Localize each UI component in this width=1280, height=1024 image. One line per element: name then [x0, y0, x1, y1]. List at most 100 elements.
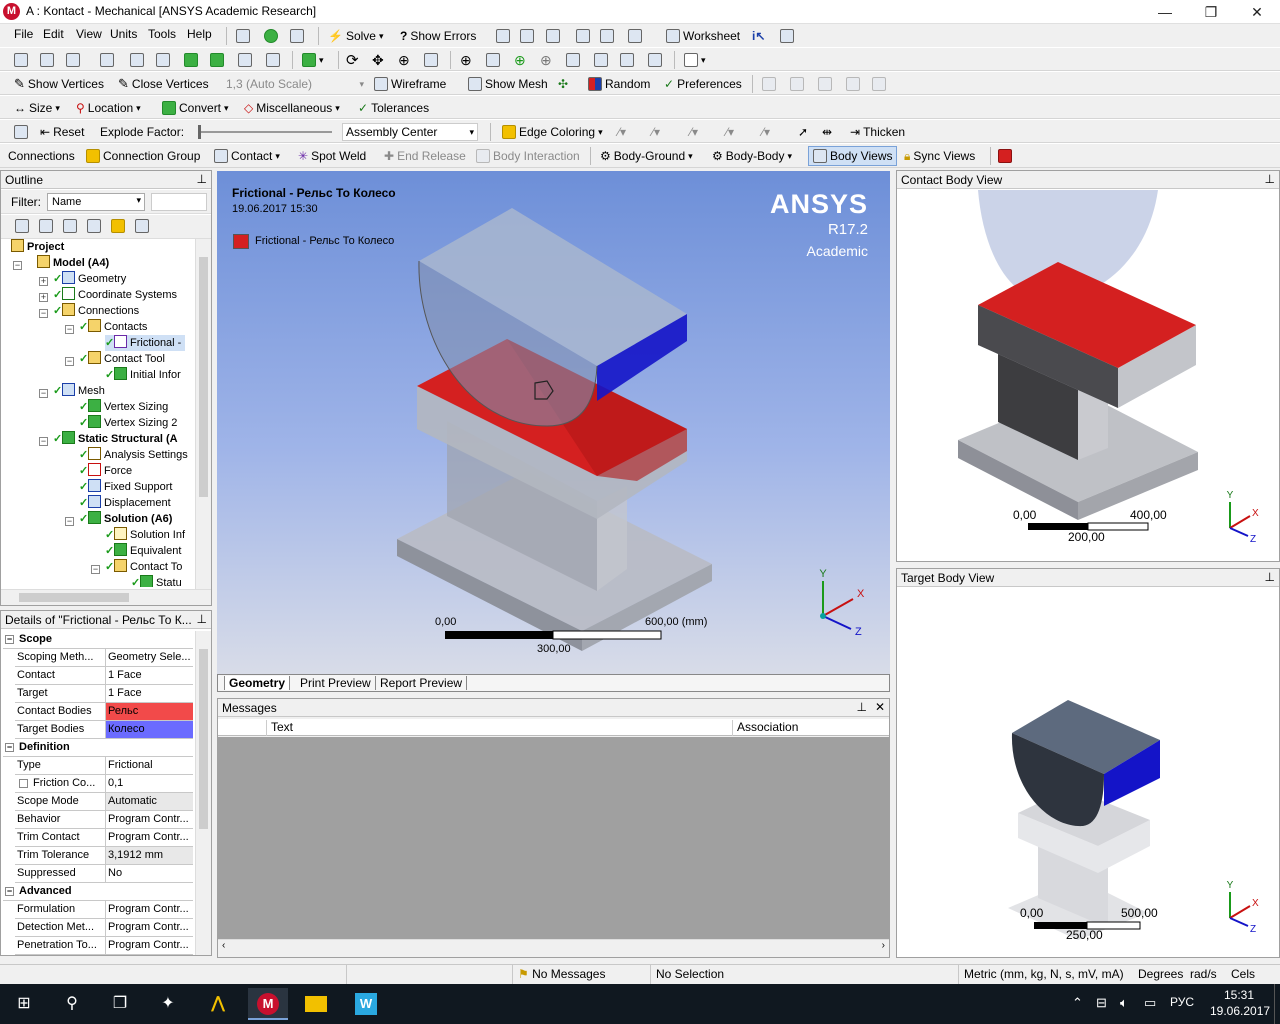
- edge-style-2-button[interactable]: ⁄▾: [652, 124, 660, 140]
- tree-item-project[interactable]: Project: [11, 239, 64, 255]
- close-vertices-button[interactable]: ✎ Close Vertices: [118, 76, 209, 92]
- pin-icon[interactable]: ⊥: [1265, 172, 1275, 186]
- magnifier-window-button[interactable]: ⊕: [540, 52, 552, 68]
- previous-view-button[interactable]: [566, 52, 580, 68]
- element-select-button[interactable]: [184, 52, 198, 68]
- probe-button[interactable]: [520, 28, 534, 44]
- taskbar-word[interactable]: W: [346, 988, 386, 1020]
- image-button[interactable]: [628, 28, 642, 44]
- end-release-button[interactable]: ✚ End Release: [384, 148, 466, 164]
- tree-item-static-structural[interactable]: ✓ Static Structural (A: [53, 431, 178, 447]
- connection-matrix-button[interactable]: [998, 148, 1012, 164]
- tree-item-force[interactable]: ✓ Force: [79, 463, 132, 479]
- auto-scale-dropdown[interactable]: 1,3 (Auto Scale) ▾: [226, 76, 364, 92]
- body-body-dropdown[interactable]: ⚙ Body-Body ▾: [712, 148, 792, 164]
- detail-row[interactable]: Target 1 Face: [15, 685, 193, 703]
- folder-icon[interactable]: [111, 219, 125, 233]
- node-select-button[interactable]: [100, 52, 114, 68]
- taskbar-app-1[interactable]: ✦: [148, 988, 188, 1020]
- spot-weld-button[interactable]: ✳ Spot Weld: [298, 148, 366, 164]
- tree-item-contacts[interactable]: ✓ Contacts: [79, 319, 147, 335]
- convert-dropdown[interactable]: Convert ▾: [162, 100, 229, 116]
- detail-row[interactable]: Trim Tolerance 3,1912 mm: [15, 847, 193, 865]
- taskbar-app-2[interactable]: ⋀: [198, 988, 238, 1020]
- pin-icon[interactable]: ⊥: [1265, 570, 1275, 584]
- expand-icon[interactable]: +: [39, 277, 48, 286]
- detail-row-contact-bodies[interactable]: Contact Bodies Рельс: [15, 703, 193, 721]
- tab-geometry[interactable]: Geometry: [224, 676, 291, 690]
- worksheet-button[interactable]: Worksheet: [666, 28, 740, 44]
- network-icon[interactable]: ⊟: [1096, 995, 1107, 1011]
- col-text[interactable]: Text: [266, 720, 732, 736]
- chat-icon[interactable]: ▭: [1144, 995, 1156, 1011]
- filter-dropdown[interactable]: Name ▾: [47, 193, 145, 211]
- box-zoom-button[interactable]: [424, 52, 438, 68]
- taskbar-explorer[interactable]: [296, 988, 336, 1020]
- angle-units-status[interactable]: Degrees: [1138, 967, 1183, 981]
- tree-item-equivalent[interactable]: ✓ Equivalent: [105, 543, 181, 559]
- size-dropdown[interactable]: ↔ Size ▾: [14, 100, 60, 116]
- align-2-button[interactable]: [790, 76, 804, 92]
- tree-item-solution-info[interactable]: ✓ Solution Inf: [105, 527, 185, 543]
- collapse-icon[interactable]: −: [39, 437, 48, 446]
- messages-horizontal-scrollbar[interactable]: ‹ ›: [218, 939, 889, 955]
- align-5-button[interactable]: [872, 76, 886, 92]
- start-button[interactable]: ⊞: [4, 988, 44, 1020]
- rotational-units-status[interactable]: rad/s: [1190, 967, 1217, 981]
- menu-units[interactable]: Units: [110, 27, 137, 41]
- close-icon[interactable]: ✕: [875, 700, 885, 714]
- align-4-button[interactable]: [846, 76, 860, 92]
- tree-item-displacement[interactable]: ✓ Displacement: [79, 495, 171, 511]
- close-button[interactable]: ✕: [1234, 0, 1280, 24]
- check-button[interactable]: [264, 28, 278, 44]
- detail-row-friction[interactable]: Friction Co... 0,1: [15, 775, 193, 793]
- chart-button[interactable]: [496, 28, 510, 44]
- outline-vertical-scrollbar[interactable]: [195, 239, 211, 589]
- viewport-layout-button[interactable]: ▾: [684, 52, 706, 68]
- figure-button[interactable]: [576, 28, 590, 44]
- maximize-button[interactable]: ❐: [1188, 0, 1234, 24]
- cube-view-button[interactable]: ▾: [302, 52, 324, 68]
- help-pointer-button[interactable]: i↖: [752, 28, 765, 44]
- language-indicator[interactable]: РУС: [1170, 995, 1194, 1009]
- pin-icon[interactable]: ⊥: [197, 172, 207, 186]
- pin-icon[interactable]: ⊥: [857, 700, 867, 714]
- detail-row[interactable]: Detection Met... Program Contr...: [15, 919, 193, 937]
- tree-item-solution[interactable]: ✓ Solution (A6): [79, 511, 172, 527]
- collapse-icon[interactable]: −: [65, 517, 74, 526]
- body-interaction-button[interactable]: Body Interaction: [476, 148, 580, 164]
- body-ground-dropdown[interactable]: ⚙ Body-Ground ▾: [600, 148, 693, 164]
- preferences-button[interactable]: ✓ Preferences: [664, 76, 742, 92]
- random-colors-button[interactable]: Random: [588, 76, 650, 92]
- select-mode-button[interactable]: [14, 52, 28, 68]
- filter-search-input[interactable]: [151, 193, 207, 211]
- mesh-select-button[interactable]: [238, 52, 252, 68]
- zoom-to-selection-button[interactable]: [486, 52, 500, 68]
- tree-item-geometry[interactable]: ✓ Geometry: [53, 271, 126, 287]
- wireframe-button[interactable]: Wireframe: [374, 76, 446, 92]
- rotate-button[interactable]: ⟳: [346, 52, 359, 69]
- show-mesh-button[interactable]: Show Mesh: [468, 76, 548, 92]
- edge-style-1-button[interactable]: ⁄▾: [618, 124, 626, 140]
- next-view-button[interactable]: [594, 52, 608, 68]
- detail-row[interactable]: Behavior Program Contr...: [15, 811, 193, 829]
- show-vertices-button[interactable]: ✎ Show Vertices: [14, 76, 104, 92]
- tree-item-model[interactable]: Model (A4): [37, 255, 109, 271]
- detail-row-target-bodies[interactable]: Target Bodies Колесо: [15, 721, 193, 739]
- thicken-button[interactable]: ⇥ Thicken: [850, 124, 905, 140]
- tree-item-connections[interactable]: ✓ Connections: [53, 303, 139, 319]
- pin-icon[interactable]: ⊥: [197, 612, 207, 626]
- reset-button[interactable]: ⇤ Reset: [40, 124, 84, 140]
- tolerances-button[interactable]: ✓ Tolerances: [358, 100, 429, 116]
- unit-system-status[interactable]: Metric (mm, kg, N, s, mV, mA): [964, 967, 1124, 981]
- messages-status[interactable]: ⚑ No Messages: [518, 967, 605, 981]
- show-desktop-button[interactable]: [1274, 984, 1280, 1024]
- isometric-button[interactable]: [620, 52, 634, 68]
- tab-print-preview[interactable]: Print Preview: [296, 676, 376, 690]
- clock-time[interactable]: 15:31: [1224, 988, 1254, 1002]
- detail-row[interactable]: Penetration To... Program Contr...: [15, 937, 193, 955]
- taskbar-mechanical[interactable]: M: [248, 988, 288, 1020]
- text-button[interactable]: [600, 28, 614, 44]
- clock-date[interactable]: 19.06.2017: [1210, 1004, 1270, 1018]
- menu-edit[interactable]: Edit: [43, 27, 64, 41]
